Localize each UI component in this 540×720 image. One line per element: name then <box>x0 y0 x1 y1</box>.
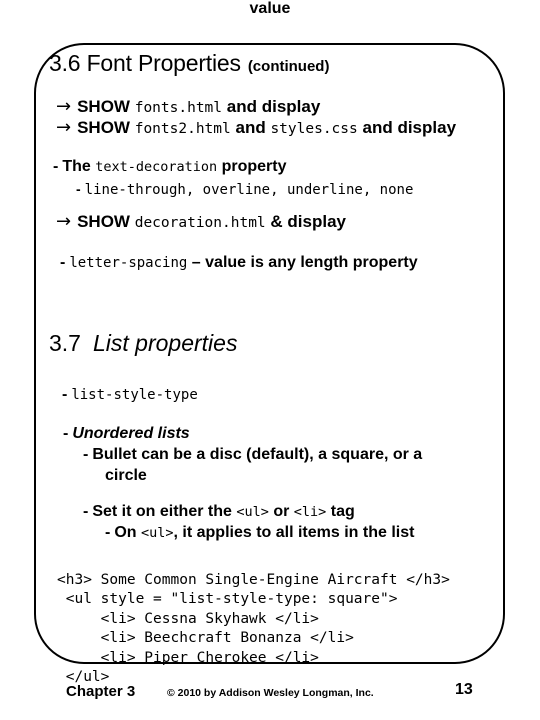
unordered-lists-heading: - Unordered lists <box>63 426 190 442</box>
on-ul-prefix: On <box>114 524 137 541</box>
ul-tag-code: <ul> <box>141 525 174 541</box>
letter-spacing-description: value is any length property <box>205 254 418 271</box>
show-tail: and display <box>226 97 321 116</box>
dash-bullet-icon: - <box>105 524 111 541</box>
list-style-type-line: - list-style-type <box>62 387 198 403</box>
show-tail: & display <box>270 212 346 231</box>
section-name: List properties <box>92 330 238 356</box>
text-decoration-lead: The <box>62 158 91 175</box>
html-code-example: <h3> Some Common Single-Engine Aircraft … <box>57 571 450 686</box>
show-line-decoration-html: → SHOW decoration.html & display <box>56 213 346 231</box>
dash-bullet-icon: - <box>60 254 66 271</box>
on-ul-applies-line: - On <ul>, it applies to all items in the… <box>105 525 414 541</box>
show-filename: fonts.html <box>134 100 223 116</box>
show-keyword: SHOW <box>77 97 130 116</box>
text-decoration-property-line: - The text-decoration property <box>53 159 287 175</box>
letter-spacing-name: letter-spacing <box>69 255 188 271</box>
set-it-prefix: Set it on either the <box>92 503 232 520</box>
set-it-or: or <box>273 503 290 520</box>
unordered-lists-label: Unordered lists <box>72 425 190 442</box>
text-decoration-values: line-through, overline, underline, none <box>84 182 414 198</box>
on-ul-suffix: , it applies to all items in the list <box>173 524 415 541</box>
section-number: 3.7 <box>49 330 81 356</box>
letter-spacing-line: - letter-spacing – value is any length pr… <box>60 255 418 271</box>
set-it-suffix: tag <box>330 503 355 520</box>
dash-bullet-icon: - <box>62 386 68 403</box>
show-keyword: SHOW <box>77 212 130 231</box>
show-keyword: SHOW <box>77 118 130 137</box>
section-heading-list-properties: 3.7 List properties <box>49 330 237 357</box>
page-title: 3.6 Font Properties (continued) <box>49 50 329 77</box>
letter-spacing-description-line2: value <box>249 0 291 17</box>
show-filename: decoration.html <box>134 215 266 231</box>
show-tail: and display <box>362 118 457 137</box>
footer-page-number: 13 <box>455 681 473 698</box>
arrow-right-icon: → <box>56 96 72 117</box>
dash-bullet-icon: - <box>83 503 89 520</box>
arrow-right-icon: → <box>56 117 72 138</box>
page-title-main: 3.6 Font Properties <box>49 50 241 76</box>
show-filename: fonts2.html <box>134 121 231 137</box>
dash-bullet-icon: - <box>76 181 81 197</box>
bullet-description-text1: Bullet can be a disc (default), a square… <box>92 446 423 463</box>
li-tag-code: <li> <box>293 504 327 520</box>
set-it-on-tag-line: - Set it on either the <ul> or <li> tag <box>83 504 355 520</box>
text-decoration-tail: property <box>221 158 287 175</box>
page-title-continued: (continued) <box>247 58 330 75</box>
dash-bullet-icon: - <box>53 158 59 175</box>
show-line-fonts-html: → SHOW fonts.html and display <box>56 98 320 116</box>
bullet-description-line2: circle <box>105 467 147 484</box>
list-style-type-name: list-style-type <box>71 387 198 403</box>
text-decoration-name: text-decoration <box>95 159 218 175</box>
bullet-description-line1: - Bullet can be a disc (default), a squar… <box>83 447 422 463</box>
letter-spacing-dash: – <box>191 254 201 271</box>
dash-bullet-icon: - <box>83 446 89 463</box>
text-decoration-values-line: - line-through, overline, underline, none <box>76 182 413 197</box>
show-filename-secondary: styles.css <box>270 121 358 137</box>
footer-copyright-notice: © 2010 by Addison Wesley Longman, Inc. <box>167 687 374 699</box>
show-line-fonts2-html: → SHOW fonts2.html and styles.css and dis… <box>56 119 456 137</box>
dash-bullet-icon: - <box>63 425 69 442</box>
arrow-right-icon: → <box>56 211 72 232</box>
show-mid: and <box>235 118 266 137</box>
footer-chapter-label: Chapter 3 <box>66 683 136 700</box>
ul-tag-code: <ul> <box>236 504 269 520</box>
